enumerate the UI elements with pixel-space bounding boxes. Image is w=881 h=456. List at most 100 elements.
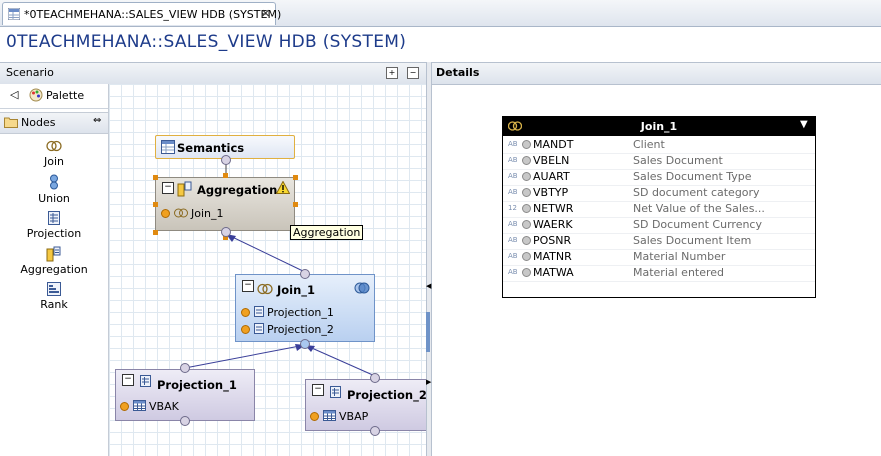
join-input-label: Projection_1 bbox=[267, 306, 334, 319]
projection-2-input-port[interactable] bbox=[370, 426, 380, 436]
projection-1-node[interactable]: − Projection_1 VBAK bbox=[115, 369, 255, 421]
chevron-left-icon[interactable]: ◁ bbox=[10, 88, 18, 101]
editor-tab[interactable]: *0TEACHMEHANA::SALES_VIEW HDB (SYSTEM) ✕ bbox=[2, 2, 281, 25]
join-output-table: Join_1 ▼ AB MANDT Client AB VBELN Sales Docum… bbox=[502, 116, 816, 298]
splitter-thumb[interactable] bbox=[426, 312, 430, 352]
column-name: VBELN bbox=[533, 154, 570, 167]
page-title: 0TEACHMEHANA::SALES_VIEW HDB (SYSTEM) bbox=[6, 32, 407, 52]
dropdown-arrow-icon[interactable]: ▼ bbox=[800, 119, 808, 130]
projection-1-input-label: VBAK bbox=[149, 400, 179, 413]
join-output-port[interactable] bbox=[300, 269, 310, 279]
data-type-badge: 12 bbox=[508, 204, 517, 212]
aggregation-node[interactable]: − Aggregation Join_1 bbox=[155, 177, 295, 231]
table-row[interactable]: AB AUART Sales Document Type bbox=[503, 169, 815, 186]
palette-item-union-label: Union bbox=[38, 192, 70, 205]
join-input-row[interactable]: Projection_2 bbox=[241, 323, 334, 336]
projection-1-input-port[interactable] bbox=[180, 416, 190, 426]
palette-item-rank-label: Rank bbox=[40, 298, 68, 311]
table-row[interactable]: AB VBELN Sales Document bbox=[503, 153, 815, 170]
column-description: Sales Document bbox=[633, 154, 723, 167]
aggregation-input-label: Join_1 bbox=[191, 207, 224, 220]
details-panel-title: Details bbox=[436, 66, 480, 79]
palette-item-projection-label: Projection bbox=[26, 227, 82, 240]
projection-2-input-row[interactable]: VBAP bbox=[310, 410, 368, 423]
column-description: SD Document Currency bbox=[633, 218, 762, 231]
rank-icon bbox=[47, 282, 61, 296]
join-type-icon[interactable] bbox=[354, 281, 370, 295]
input-dot-icon bbox=[241, 325, 250, 334]
column-name: WAERK bbox=[533, 218, 573, 231]
column-name: MANDT bbox=[533, 138, 574, 151]
selection-handle[interactable] bbox=[153, 175, 158, 180]
scenario-canvas[interactable]: Semantics − Aggregation Join_1 Aggregati… bbox=[109, 84, 426, 456]
projection-2-input-label: VBAP bbox=[339, 410, 369, 423]
selection-handle[interactable] bbox=[153, 230, 158, 235]
column-name: VBTYP bbox=[533, 186, 569, 199]
input-dot-icon bbox=[310, 412, 319, 421]
table-row[interactable]: AB POSNR Sales Document Item bbox=[503, 233, 815, 250]
join-table-title: Join_1 bbox=[640, 120, 678, 133]
projection-2-node[interactable]: − Projection_2 VBAP bbox=[305, 379, 426, 431]
aggregation-input-port[interactable] bbox=[221, 227, 231, 237]
collapse-left-icon[interactable]: ◀ bbox=[426, 282, 431, 290]
column-description: Net Value of the Sales... bbox=[633, 202, 765, 215]
projection-icon bbox=[253, 306, 264, 317]
panel-splitter[interactable] bbox=[426, 62, 432, 456]
projection-1-input-row[interactable]: VBAK bbox=[120, 400, 179, 413]
close-icon[interactable]: ✕ bbox=[261, 7, 270, 20]
table-row[interactable]: AB MATNR Material Number bbox=[503, 249, 815, 266]
input-dot-icon bbox=[120, 402, 129, 411]
column-status-icon bbox=[522, 172, 531, 181]
join-node[interactable]: − Join_1 Projection_1 Projection_2 bbox=[235, 274, 375, 342]
table-row[interactable]: AB MATWA Material entered bbox=[503, 265, 815, 282]
table-row[interactable]: 12 NETWR Net Value of the Sales... bbox=[503, 201, 815, 218]
column-status-icon bbox=[522, 252, 531, 261]
column-name: MATNR bbox=[533, 250, 572, 263]
column-status-icon bbox=[522, 204, 531, 213]
collapse-icon[interactable]: − bbox=[312, 384, 324, 396]
selection-handle[interactable] bbox=[223, 173, 228, 178]
column-name: POSNR bbox=[533, 234, 572, 247]
projection-2-output-port[interactable] bbox=[370, 373, 380, 383]
warning-icon bbox=[276, 181, 290, 194]
projection-icon bbox=[253, 323, 264, 334]
column-name: MATWA bbox=[533, 266, 574, 279]
column-description: Sales Document Type bbox=[633, 170, 752, 183]
aggregation-icon bbox=[177, 181, 192, 197]
projection-1-output-port[interactable] bbox=[180, 363, 190, 373]
nodes-drawer[interactable]: Nodes ⇔ bbox=[0, 112, 108, 134]
selection-handle[interactable] bbox=[293, 202, 298, 207]
join-input-label: Projection_2 bbox=[267, 323, 334, 336]
nodes-label: Nodes bbox=[21, 116, 56, 129]
semantics-icon bbox=[161, 140, 175, 154]
aggregation-icon bbox=[46, 246, 61, 262]
column-description: Client bbox=[633, 138, 665, 151]
collapse-icon[interactable]: − bbox=[122, 374, 134, 386]
table-row[interactable]: AB WAERK SD Document Currency bbox=[503, 217, 815, 234]
palette-row[interactable]: ◁ Palette bbox=[0, 84, 108, 109]
join-table-header: Join_1 ▼ bbox=[503, 117, 815, 136]
drawer-toggle-icon[interactable]: ⇔ bbox=[93, 115, 101, 126]
table-row[interactable]: AB VBTYP SD document category bbox=[503, 185, 815, 202]
table-row[interactable]: AB MANDT Client bbox=[503, 137, 815, 154]
selection-handle[interactable] bbox=[153, 202, 158, 207]
projection-1-title: Projection_1 bbox=[157, 378, 237, 392]
aggregation-input-row[interactable]: Join_1 bbox=[161, 207, 224, 225]
join-icon bbox=[46, 140, 62, 152]
selection-handle[interactable] bbox=[293, 175, 298, 180]
collapse-icon[interactable]: − bbox=[162, 182, 174, 194]
join-input-row[interactable]: Projection_1 bbox=[241, 306, 334, 319]
palette-item-union[interactable] bbox=[0, 174, 108, 193]
input-dot-icon bbox=[161, 209, 170, 218]
collapse-icon[interactable]: − bbox=[407, 67, 419, 79]
collapse-icon[interactable]: − bbox=[242, 280, 254, 292]
expand-right-icon[interactable]: ▶ bbox=[426, 378, 431, 386]
expand-icon[interactable]: + bbox=[386, 67, 398, 79]
projection-icon bbox=[140, 375, 151, 387]
semantics-input-port[interactable] bbox=[221, 155, 231, 165]
palette-item-projection[interactable] bbox=[0, 211, 108, 228]
join-input-port[interactable] bbox=[300, 339, 310, 349]
palette-item-rank[interactable] bbox=[0, 282, 108, 299]
palette-item-join[interactable] bbox=[0, 140, 108, 155]
column-status-icon bbox=[522, 156, 531, 165]
